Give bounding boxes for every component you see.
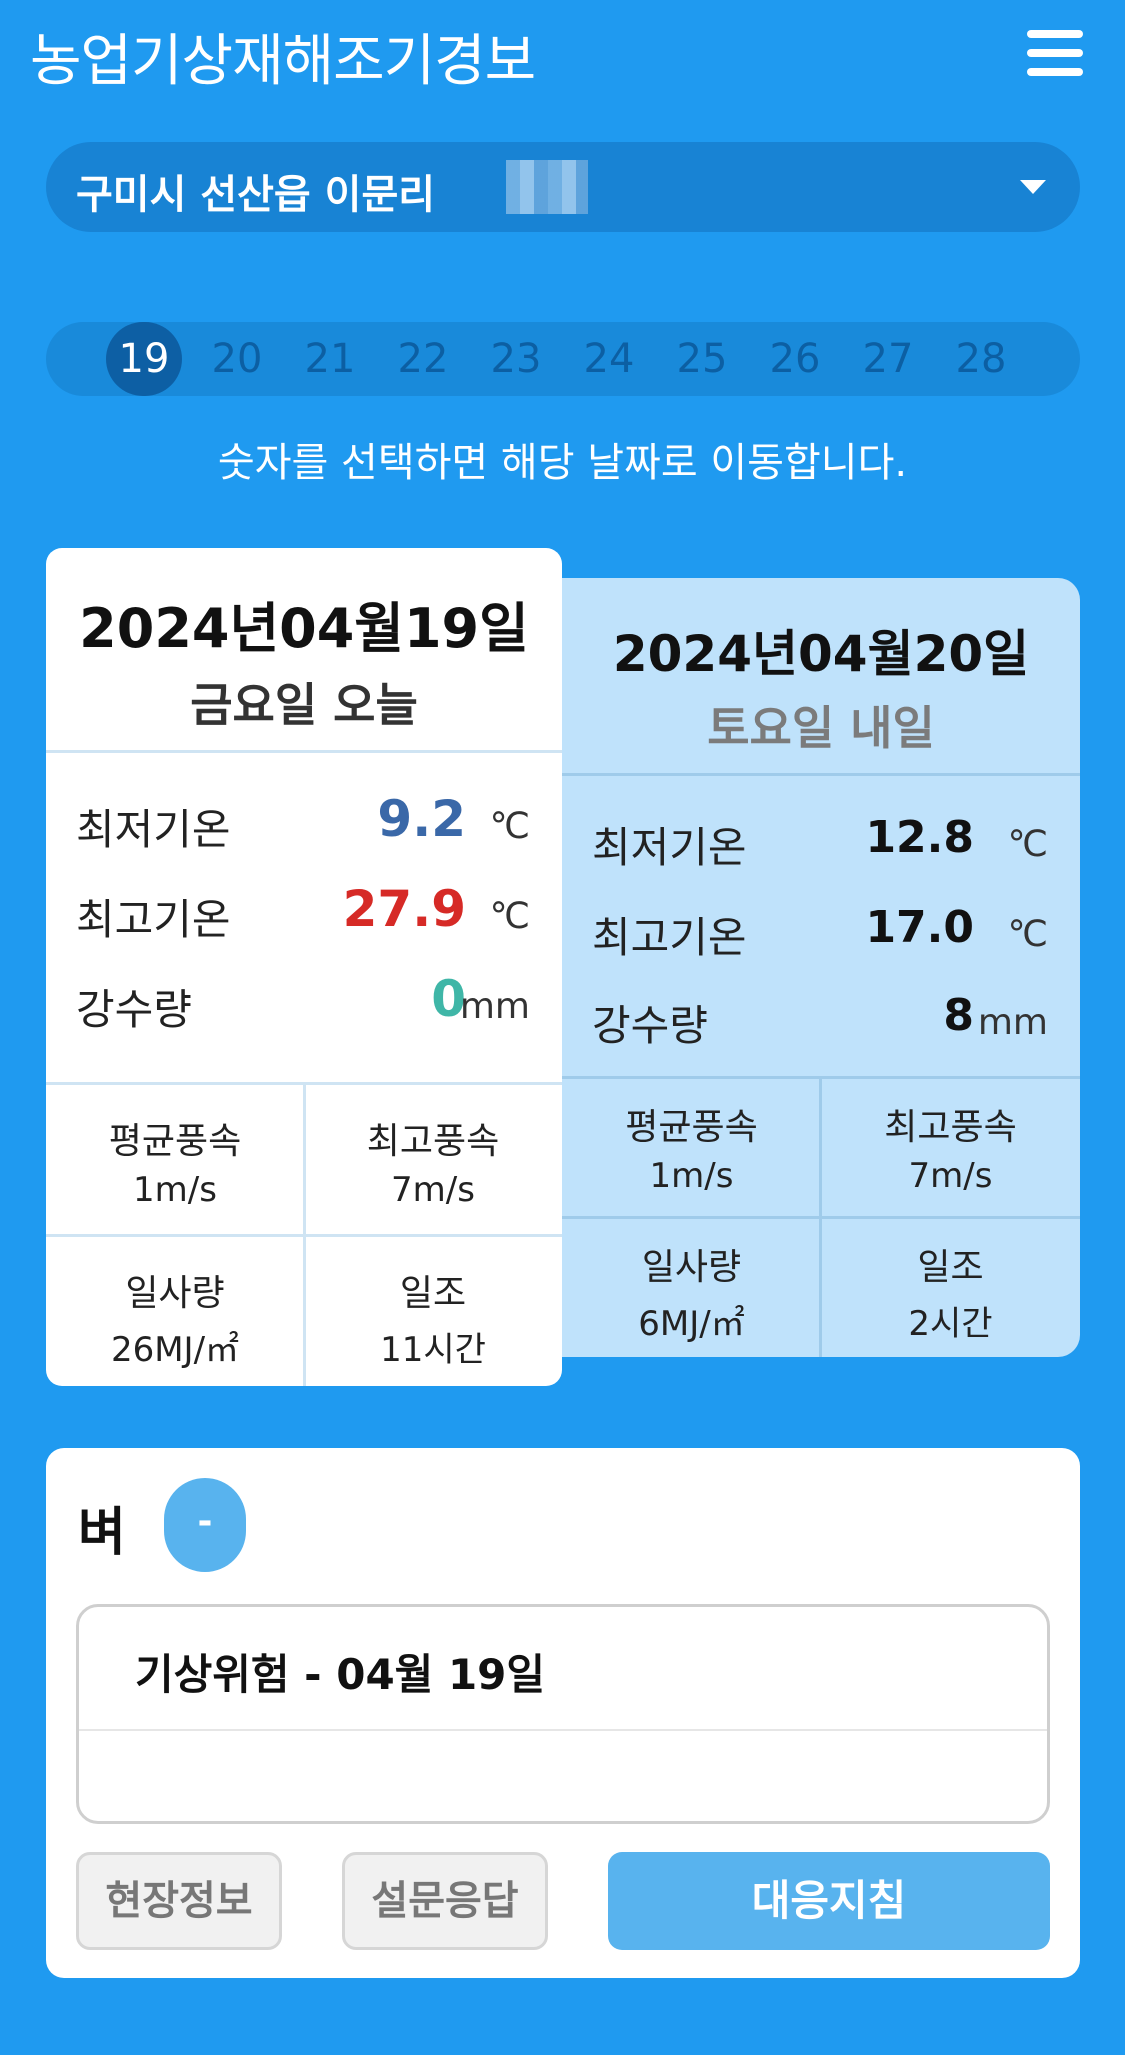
rain-row: 강수량 0 mm [46, 966, 562, 1046]
metric-label: 최저기온 [76, 805, 231, 854]
date-item[interactable]: 26 [757, 322, 833, 396]
sunshine-cell: 일조 2시간 [821, 1238, 1080, 1345]
weather-risk-panel: 기상위험 - 04월 19일 [76, 1604, 1050, 1824]
date-item[interactable]: 27 [850, 322, 926, 396]
divider [46, 1234, 562, 1237]
metric-unit: ℃ [1007, 914, 1048, 955]
location-text: 구미시 선산읍 이문리 [76, 172, 436, 218]
card-date: 2024년04월20일 [612, 625, 1030, 683]
cell-label: 최고풍속 [884, 1107, 1017, 1148]
metric-label: 최고기온 [592, 913, 747, 962]
card-date: 2024년04월19일 [79, 597, 529, 660]
date-item[interactable]: 28 [943, 322, 1019, 396]
hamburger-menu-icon[interactable] [1027, 30, 1083, 76]
tomorrow-weather-card[interactable]: 2024년04월20일 토요일 내일 최저기온 12.8 ℃ 최고기온 17.0… [562, 578, 1080, 1357]
metric-unit: mm [977, 1002, 1048, 1043]
cell-value: 2시간 [908, 1304, 993, 1344]
app-title: 농업기상재해조기경보 [30, 29, 536, 94]
cell-value: 11시간 [380, 1330, 486, 1370]
crop-name: 벼 [78, 1503, 126, 1563]
min-temp-row: 최저기온 9.2 ℃ [46, 786, 562, 866]
divider [562, 1216, 1080, 1219]
crop-status-badge: - [164, 1478, 246, 1572]
metric-value: 8 [943, 990, 974, 1041]
response-guide-button[interactable]: 대응지침 [608, 1852, 1050, 1950]
crop-card: 벼 - 기상위험 - 04월 19일 현장정보 설문응답 대응지침 [46, 1448, 1080, 1978]
avg-wind-cell: 평균풍속 1m/s [562, 1098, 821, 1196]
date-item[interactable]: 20 [199, 322, 275, 396]
cell-value: 6MJ/㎡ [638, 1304, 745, 1344]
metric-unit: ℃ [489, 806, 530, 847]
date-item[interactable]: 19 [106, 322, 182, 396]
metric-unit: ℃ [1007, 824, 1048, 865]
date-selector: 19 20 21 22 23 24 25 26 27 28 [46, 322, 1080, 396]
cell-value: 1m/s [649, 1156, 734, 1196]
metric-value: 17.0 [865, 902, 974, 953]
cell-label: 일사량 [641, 1247, 742, 1288]
header: 농업기상재해조기경보 [0, 0, 1125, 110]
card-header: 2024년04월19일 금요일 오늘 [46, 548, 562, 753]
cell-value: 7m/s [391, 1170, 475, 1210]
radiation-cell: 일사량 6MJ/㎡ [562, 1238, 821, 1345]
divider [79, 1729, 1047, 1731]
cell-value: 7m/s [908, 1156, 993, 1196]
rain-row: 강수량 8 mm [562, 982, 1080, 1062]
field-info-button[interactable]: 현장정보 [76, 1852, 282, 1950]
max-wind-cell: 최고풍속 7m/s [821, 1098, 1080, 1196]
metric-label: 최고기온 [76, 895, 231, 944]
radiation-cell: 일사량 26MJ/㎡ [46, 1264, 304, 1371]
location-select[interactable]: 구미시 선산읍 이문리 [46, 142, 1080, 232]
app-root: 농업기상재해조기경보 구미시 선산읍 이문리 19 20 21 22 23 24… [0, 0, 1125, 2055]
max-temp-row: 최고기온 17.0 ℃ [562, 894, 1080, 974]
cell-value: 26MJ/㎡ [110, 1330, 240, 1370]
date-item[interactable]: 25 [664, 322, 740, 396]
caret-down-icon [1020, 180, 1046, 194]
date-item[interactable]: 23 [478, 322, 554, 396]
date-hint: 숫자를 선택하면 해당 날짜로 이동합니다. [217, 440, 908, 486]
avg-wind-cell: 평균풍속 1m/s [46, 1112, 304, 1210]
min-temp-value: 9.2 [377, 790, 466, 848]
cell-label: 최고풍속 [366, 1121, 500, 1162]
max-temp-value: 27.9 [342, 880, 466, 938]
card-header: 2024년04월20일 토요일 내일 [562, 578, 1080, 776]
cell-label: 일조 [917, 1247, 984, 1288]
cell-label: 평균풍속 [108, 1121, 242, 1162]
metric-value: 12.8 [865, 812, 974, 863]
today-weather-card[interactable]: 2024년04월19일 금요일 오늘 최저기온 9.2 ℃ 최고기온 27.9 … [46, 548, 562, 1386]
metric-unit: ℃ [489, 896, 530, 937]
date-item[interactable]: 22 [385, 322, 461, 396]
risk-title: 기상위험 - 04월 19일 [135, 1650, 546, 1699]
sunshine-cell: 일조 11시간 [304, 1264, 562, 1371]
cell-label: 일조 [399, 1273, 467, 1314]
cell-label: 평균풍속 [625, 1107, 758, 1148]
card-day: 금요일 오늘 [190, 678, 418, 732]
max-temp-row: 최고기온 27.9 ℃ [46, 876, 562, 956]
date-item[interactable]: 24 [571, 322, 647, 396]
metric-unit: mm [459, 986, 530, 1027]
cell-label: 일사량 [125, 1273, 225, 1314]
survey-button[interactable]: 설문응답 [342, 1852, 548, 1950]
cell-value: 1m/s [133, 1170, 217, 1210]
card-day: 토요일 내일 [707, 701, 935, 755]
redacted-address [506, 160, 588, 214]
max-wind-cell: 최고풍속 7m/s [304, 1112, 562, 1210]
min-temp-row: 최저기온 12.8 ℃ [562, 804, 1080, 884]
metric-label: 강수량 [76, 985, 192, 1034]
date-item[interactable]: 21 [292, 322, 368, 396]
metric-label: 강수량 [592, 1001, 708, 1050]
metric-label: 최저기온 [592, 823, 747, 872]
